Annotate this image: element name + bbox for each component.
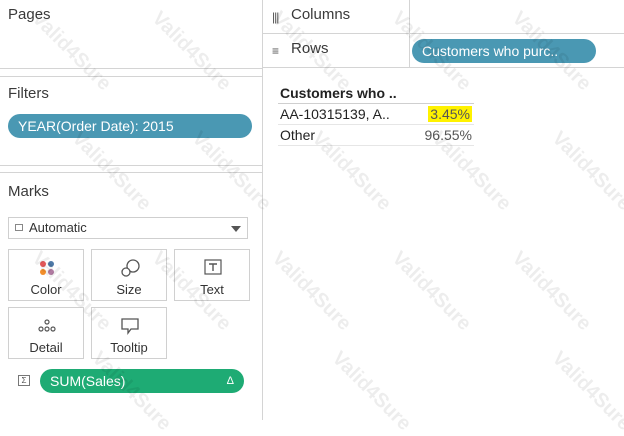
table-row[interactable]: AA-10315139, A.. 3.45% bbox=[278, 104, 474, 125]
table-cell-name: AA-10315139, A.. bbox=[280, 106, 390, 122]
table-cell-name: Other bbox=[280, 127, 316, 143]
tooltip-icon bbox=[121, 318, 139, 335]
rows-icon: ≡ bbox=[272, 44, 279, 58]
rows-shelf-label-area: ≡ Rows bbox=[263, 34, 410, 67]
detail-icon bbox=[38, 319, 56, 332]
size-icon bbox=[121, 259, 140, 277]
columns-shelf-label-area: ||| Columns bbox=[263, 0, 410, 33]
marks-card: Marks Automatic Color Size Text Detail T… bbox=[0, 172, 262, 421]
color-button[interactable]: Color bbox=[8, 249, 84, 301]
mark-type-label: Automatic bbox=[29, 220, 87, 235]
pages-title: Pages bbox=[8, 6, 51, 23]
measure-type-icon: Σ bbox=[18, 375, 30, 386]
detail-label: Detail bbox=[29, 340, 63, 355]
rows-shelf[interactable]: ≡ Rows Customers who purc.. bbox=[263, 34, 624, 68]
viz-area: Customers who .. AA-10315139, A.. 3.45% … bbox=[263, 68, 624, 420]
columns-icon: ||| bbox=[272, 10, 279, 24]
table-row[interactable]: Other 96.55% bbox=[278, 125, 474, 146]
text-button[interactable]: Text bbox=[174, 249, 250, 301]
highlighted-value: 3.45% bbox=[428, 106, 472, 122]
measure-pill-sum-sales[interactable]: SUM(Sales) Δ bbox=[40, 369, 244, 393]
mark-type-icon bbox=[15, 224, 23, 231]
filters-card: Filters YEAR(Order Date): 2015 bbox=[0, 76, 262, 166]
marks-title: Marks bbox=[8, 183, 49, 200]
measure-pill-label: SUM(Sales) bbox=[50, 373, 126, 389]
detail-button[interactable]: Detail bbox=[8, 307, 84, 359]
left-pane: Pages Filters YEAR(Order Date): 2015 Mar… bbox=[0, 0, 263, 420]
chevron-down-icon[interactable] bbox=[231, 226, 241, 232]
results-table: Customers who .. AA-10315139, A.. 3.45% … bbox=[278, 83, 474, 146]
mark-type-dropdown[interactable]: Automatic bbox=[8, 217, 248, 239]
columns-label: Columns bbox=[291, 6, 351, 23]
delta-icon: Δ bbox=[226, 375, 234, 387]
tooltip-button[interactable]: Tooltip bbox=[91, 307, 167, 359]
text-icon bbox=[204, 259, 222, 275]
table-header-row: Customers who .. bbox=[278, 83, 474, 104]
color-icon bbox=[40, 261, 54, 275]
size-button[interactable]: Size bbox=[91, 249, 167, 301]
table-cell-value: 3.45% bbox=[428, 104, 472, 124]
tooltip-label: Tooltip bbox=[110, 340, 148, 355]
table-header-customers: Customers who .. bbox=[280, 85, 397, 101]
size-label: Size bbox=[116, 282, 142, 297]
filters-title: Filters bbox=[8, 85, 49, 102]
rows-pill-customers[interactable]: Customers who purc.. bbox=[412, 39, 596, 63]
table-cell-value: 96.55% bbox=[424, 127, 472, 143]
pages-card: Pages bbox=[0, 0, 262, 69]
text-label: Text bbox=[200, 282, 224, 297]
rows-label: Rows bbox=[291, 40, 329, 57]
filter-pill-year[interactable]: YEAR(Order Date): 2015 bbox=[8, 114, 252, 138]
color-label: Color bbox=[30, 282, 62, 297]
columns-shelf[interactable]: ||| Columns bbox=[263, 0, 624, 34]
